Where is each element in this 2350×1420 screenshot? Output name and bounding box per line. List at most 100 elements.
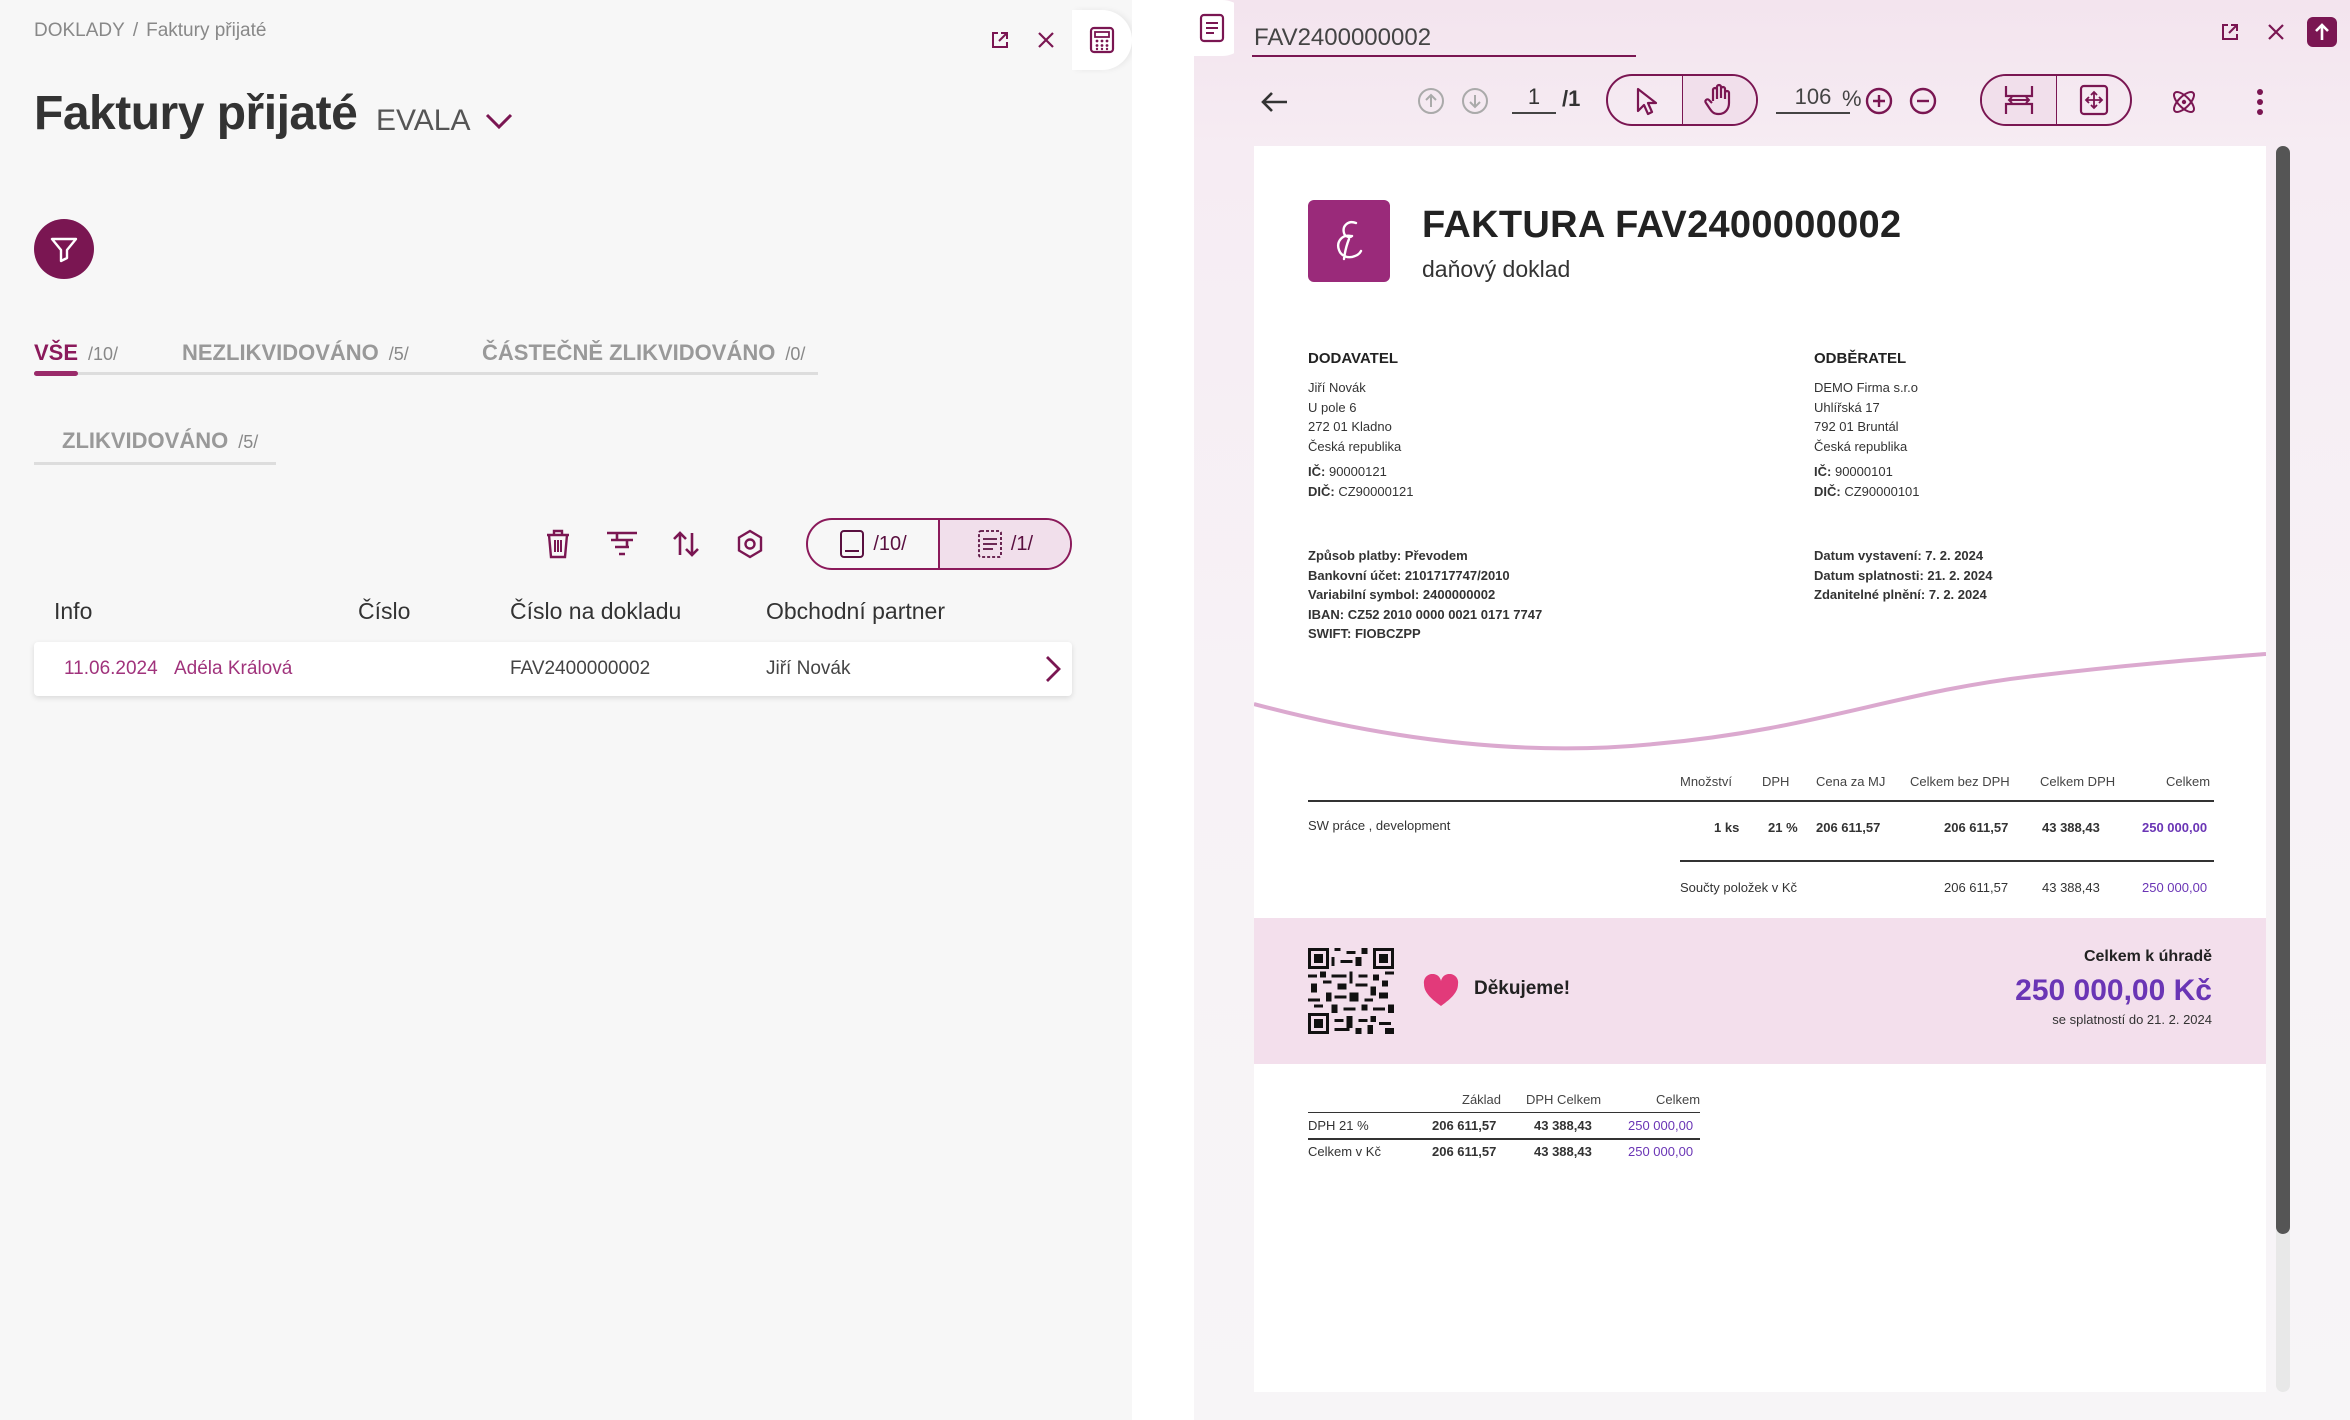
payment-method-label: Způsob platby:: [1308, 548, 1402, 563]
invoice-subtitle: daňový doklad: [1422, 256, 1571, 282]
swift-label: SWIFT:: [1308, 626, 1352, 641]
column-header-number[interactable]: Číslo: [358, 598, 410, 625]
previous-page-icon[interactable]: [1412, 82, 1450, 120]
open-external-icon[interactable]: [978, 18, 1022, 62]
fit-width-icon: [2004, 86, 2034, 114]
iban-label: IBAN:: [1308, 606, 1345, 622]
invoice-title: FAKTURA FAV2400000002: [1422, 204, 1902, 246]
vat-row-base: 206 611,57: [1432, 1118, 1497, 1133]
total-due-amount: 250 000,00 Kč: [2015, 974, 2212, 1007]
company-logo: [1308, 200, 1390, 282]
close-icon[interactable]: [2254, 10, 2298, 54]
customer-country: Česká republika: [1814, 438, 1908, 454]
viewer-actions: [2206, 10, 2344, 54]
back-arrow-icon[interactable]: [1252, 80, 1296, 124]
item-unit-price: 206 611,57: [1816, 820, 1881, 835]
breadcrumb-current: Faktury přijaté: [146, 20, 267, 41]
select-mode-button[interactable]: [1608, 76, 1682, 124]
supplier-ic: 90000121: [1328, 464, 1387, 479]
payment-summary-band: Děkujeme! Celkem k úhradě 250 000,00 Kč …: [1254, 918, 2266, 1064]
view-all-button[interactable]: /10/: [808, 520, 938, 568]
tab-label: ČÁSTEČNĚ ZLIKVIDOVÁNO: [482, 340, 776, 365]
calculator-icon[interactable]: [1072, 10, 1132, 70]
delete-icon[interactable]: [530, 520, 586, 568]
supplier-dic-label: DIČ:: [1308, 483, 1335, 499]
pdf-page: FAKTURA FAV2400000002 daňový doklad DODA…: [1254, 146, 2266, 1392]
scrollbar-thumb[interactable]: [2276, 146, 2290, 1234]
hand-mode-button[interactable]: [1682, 76, 1756, 124]
tab-liquidated[interactable]: ZLIKVIDOVÁNO/5/: [62, 428, 258, 454]
qr-code: [1308, 948, 1394, 1034]
iban: CZ52 2010 0000 0021 0171 7747: [1347, 606, 1543, 622]
supplier-name: Jiří Novák: [1308, 380, 1366, 395]
more-options-icon[interactable]: [2242, 80, 2278, 124]
vat-header-base: Základ: [1462, 1092, 1502, 1107]
document-title: FAV2400000002: [1254, 24, 1432, 51]
zoom-in-icon[interactable]: [1860, 82, 1898, 120]
document-list-icon[interactable]: [1190, 6, 1234, 50]
vat-header-vat: DPH Celkem: [1526, 1092, 1602, 1107]
settings-icon[interactable]: [722, 520, 778, 568]
tab-active-indicator: [34, 371, 78, 376]
upload-icon: [2307, 17, 2337, 47]
column-header-info[interactable]: Info: [54, 598, 92, 625]
table-row[interactable]: 11.06.2024 Adéla Králová FAV2400000002 J…: [34, 642, 1072, 696]
company-selector[interactable]: EVALA: [376, 104, 513, 138]
customer-dic-label: DIČ:: [1814, 483, 1841, 499]
taxable-label: Zdanitelné plnění:: [1814, 587, 1926, 602]
zoom-input[interactable]: 106: [1776, 84, 1850, 114]
column-filter-icon[interactable]: [594, 520, 650, 568]
document-viewer-panel: FAV2400000002 1 /1 106 % FAKTURA FAV2400…: [1194, 0, 2350, 1420]
open-external-icon[interactable]: [2208, 10, 2252, 54]
list-toolbar: [530, 520, 786, 568]
page-title: Faktury přijaté: [34, 87, 358, 140]
page-number-input[interactable]: 1: [1512, 84, 1556, 114]
customer-name: DEMO Firma s.r.o: [1814, 380, 1919, 395]
tab-all[interactable]: VŠE/10/: [34, 340, 118, 366]
items-header-qty: Množství: [1680, 774, 1733, 789]
invoice-list-panel: DOKLADY / Faktury přijaté Faktury přijaté …: [0, 0, 1132, 1420]
items-header-line: [1308, 800, 2214, 802]
vat-row-label: DPH 21 %: [1308, 1118, 1369, 1133]
items-sum-line: [1680, 860, 2214, 862]
invoice-dates: Datum vystavení: 7. 2. 2024 Datum splatn…: [1814, 546, 1992, 605]
pointer-mode-toggle: [1606, 74, 1758, 126]
ai-atom-icon[interactable]: [2162, 80, 2206, 124]
vat-header-total: Celkem: [1656, 1092, 1701, 1107]
taxable-date: 7. 2. 2024: [1928, 587, 1987, 602]
company-name: EVALA: [376, 104, 471, 137]
zoom-out-icon[interactable]: [1904, 82, 1942, 120]
column-header-partner[interactable]: Obchodní partner: [766, 598, 945, 625]
chevron-right-icon[interactable]: [1044, 654, 1062, 684]
column-header-doc-number[interactable]: Číslo na dokladu: [510, 598, 681, 625]
breadcrumb-root[interactable]: DOKLADY: [34, 20, 125, 41]
bank-account-label: Bankovní účet:: [1308, 567, 1402, 583]
upload-button[interactable]: [2300, 10, 2344, 54]
item-qty: 1 ks: [1714, 820, 1740, 835]
fit-width-button[interactable]: [1982, 76, 2056, 124]
item-vat-amount: 43 388,43: [2042, 820, 2100, 835]
vat-row-vat: 43 388,43: [1534, 1144, 1592, 1159]
customer-city: 792 01 Bruntál: [1814, 419, 1899, 434]
total-due-label: Celkem k úhradě: [2083, 948, 2212, 965]
items-sum-label: Součty položek v Kč: [1680, 880, 1798, 895]
page-total: /1: [1562, 86, 1581, 111]
sort-icon[interactable]: [658, 520, 714, 568]
items-header-net: Celkem bez DPH: [1910, 774, 2010, 789]
tab-partially-liquidated[interactable]: ČÁSTEČNĚ ZLIKVIDOVÁNO/0/: [482, 340, 805, 366]
filter-button[interactable]: [34, 219, 94, 279]
thanks-text: Děkujeme!: [1474, 978, 1571, 999]
fit-mode-toggle: [1980, 74, 2132, 126]
vat-row-total: 250 000,00: [1628, 1118, 1694, 1133]
close-icon[interactable]: [1024, 18, 1068, 62]
view-selected-button[interactable]: /1/: [938, 520, 1070, 568]
pdf-toolbar: 1 /1 106 %: [1194, 72, 2350, 128]
view-toggle: /10/ /1/: [806, 518, 1072, 570]
next-page-icon[interactable]: [1456, 82, 1494, 120]
view-all-count: /10/: [873, 532, 907, 555]
fit-page-button[interactable]: [2056, 76, 2130, 124]
breadcrumb: DOKLADY / Faktury přijaté: [34, 20, 266, 42]
items-sum-net: 206 611,57: [1944, 880, 2009, 895]
vat-row-base: 206 611,57: [1432, 1144, 1497, 1159]
tab-unliquidated[interactable]: NEZLIKVIDOVÁNO/5/: [182, 340, 409, 366]
